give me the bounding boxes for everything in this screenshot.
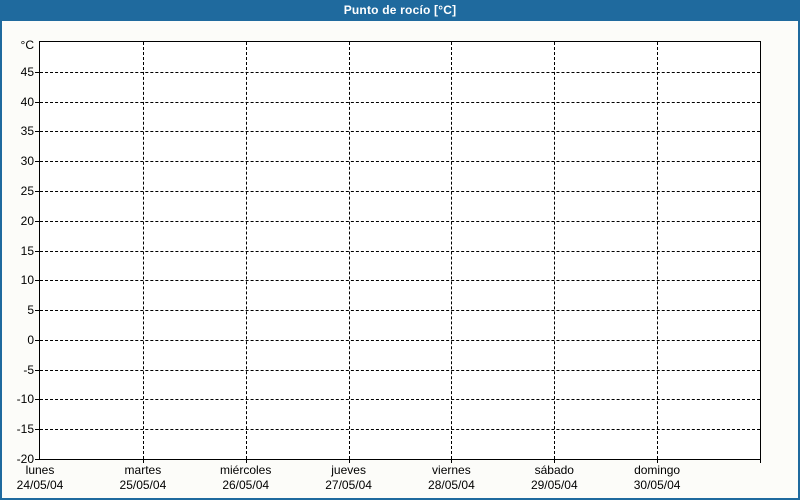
day-name-label: viernes <box>432 463 471 477</box>
day-name-label: sábado <box>534 463 574 477</box>
y-tick-mark <box>35 280 39 282</box>
day-date-label: 25/05/04 <box>119 478 167 492</box>
y-grid-line <box>40 71 760 73</box>
y-tick-label: 40 <box>20 94 34 109</box>
y-tick-label: 0 <box>27 332 34 347</box>
x-grid-line <box>451 42 453 459</box>
y-tick-label: 25 <box>20 183 34 198</box>
y-tick-mark <box>35 161 39 163</box>
y-tick-mark <box>35 399 39 401</box>
y-tick-label: 45 <box>20 64 34 79</box>
y-tick-mark <box>35 459 39 460</box>
y-tick-label: 15 <box>20 243 34 258</box>
day-date-label: 24/05/04 <box>16 478 64 492</box>
y-tick-label: 20 <box>20 213 34 228</box>
y-grid-line <box>40 339 760 341</box>
y-tick-mark <box>35 369 39 371</box>
y-grid-line <box>40 220 760 222</box>
x-tick-label: jueves 27/05/04 <box>294 463 404 493</box>
y-grid-line <box>40 131 760 133</box>
y-grid-line <box>40 190 760 192</box>
day-name-label: jueves <box>331 463 366 477</box>
x-grid-line <box>245 42 247 459</box>
day-name-label: miércoles <box>220 463 272 477</box>
x-tick-label: miércoles 26/05/04 <box>191 463 301 493</box>
y-grid-line <box>40 310 760 312</box>
y-tick-mark <box>35 429 39 431</box>
y-tick-mark <box>35 339 39 341</box>
x-tick-label: domingo 30/05/04 <box>602 463 712 493</box>
chart-title: Punto de rocío [°C] <box>343 3 457 17</box>
day-name-label: domingo <box>634 463 681 477</box>
x-tick-label: lunes 24/05/04 <box>0 463 95 493</box>
y-grid-line <box>40 369 760 371</box>
x-grid-line <box>554 42 556 459</box>
y-tick-mark <box>35 190 39 192</box>
y-tick-label: 30 <box>20 154 34 169</box>
title-bar: Punto de rocío [°C] <box>0 0 800 21</box>
x-tick-label: martes 25/05/04 <box>88 463 198 493</box>
y-tick-mark <box>35 131 39 133</box>
y-tick-label: 35 <box>20 124 34 139</box>
y-grid-line <box>40 399 760 401</box>
x-grid-line <box>348 42 350 459</box>
x-grid-line <box>142 42 144 459</box>
y-tick-mark <box>35 101 39 103</box>
y-tick-mark <box>35 220 39 222</box>
y-grid-line <box>40 280 760 282</box>
plot-area <box>39 41 761 460</box>
y-tick-mark <box>35 250 39 252</box>
x-grid-line <box>657 42 659 459</box>
day-name-label: lunes <box>25 463 55 477</box>
x-tick-label: sábado 29/05/04 <box>499 463 609 493</box>
page: Punto de rocío [°C] °C 45 40 35 30 25 20 15 10 5… <box>0 0 800 500</box>
y-grid-line <box>40 161 760 163</box>
y-tick-label: -5 <box>23 362 34 377</box>
day-date-label: 29/05/04 <box>530 478 578 492</box>
y-tick-mark <box>35 310 39 312</box>
y-grid-line <box>40 101 760 103</box>
x-tick-label: viernes 28/05/04 <box>396 463 506 493</box>
y-tick-label: 10 <box>20 273 34 288</box>
y-tick-label: -15 <box>16 422 34 437</box>
day-name-label: martes <box>124 463 162 477</box>
y-grid-line <box>40 429 760 431</box>
y-axis-unit-label: °C <box>20 38 34 52</box>
y-tick-label: -10 <box>16 392 34 407</box>
day-date-label: 26/05/04 <box>222 478 270 492</box>
y-tick-mark <box>35 71 39 73</box>
day-date-label: 30/05/04 <box>633 478 681 492</box>
y-grid-line <box>40 250 760 252</box>
day-date-label: 27/05/04 <box>325 478 372 492</box>
y-tick-label: 5 <box>27 303 34 318</box>
x-tick-mark <box>760 460 761 463</box>
day-date-label: 28/05/04 <box>428 478 475 492</box>
